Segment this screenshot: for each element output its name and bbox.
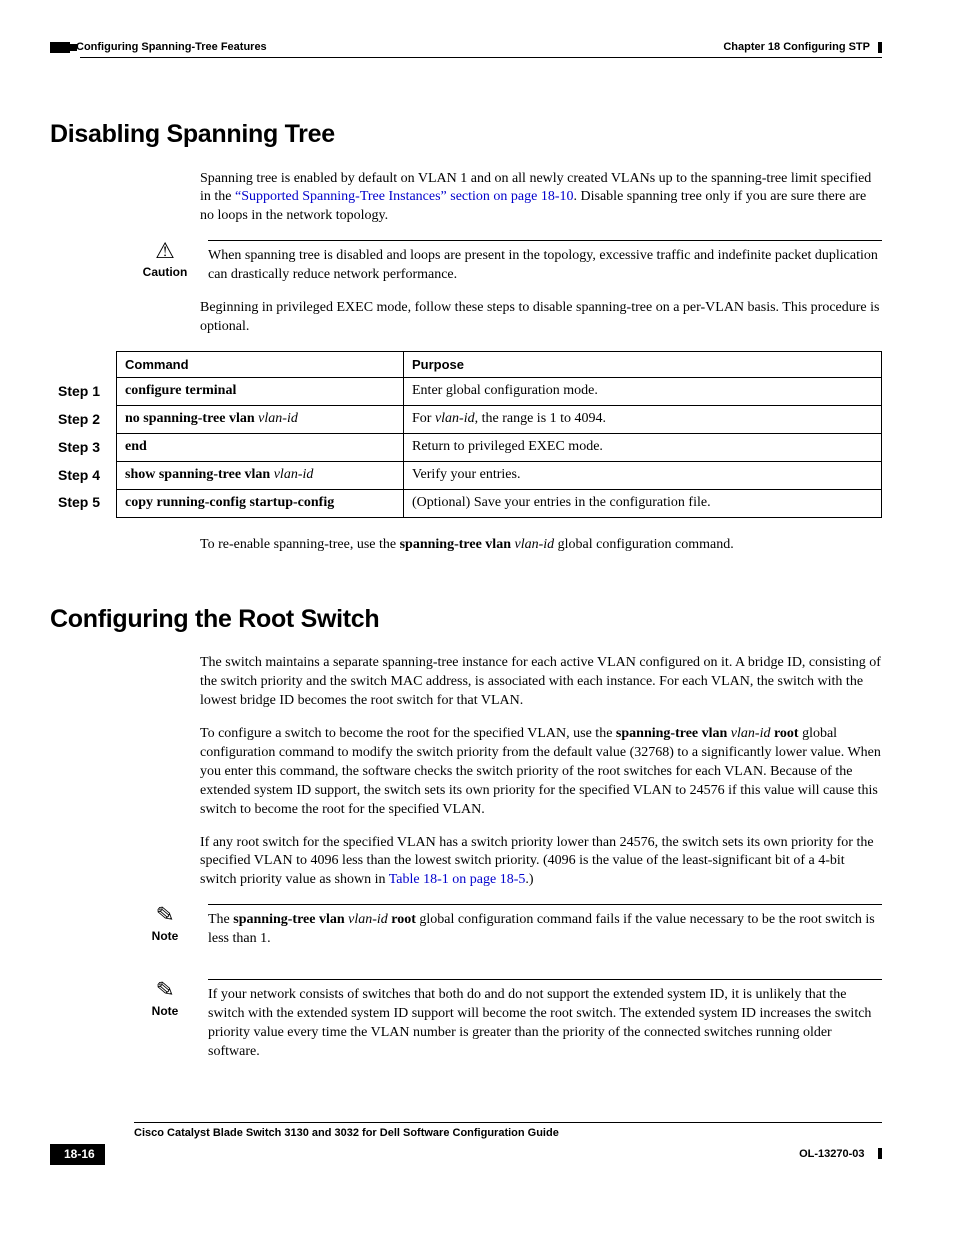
purpose-cell: Enter global configuration mode. bbox=[404, 378, 882, 406]
section-heading-root: Configuring the Root Switch bbox=[50, 603, 882, 637]
xref-supported-instances[interactable]: “Supported Spanning-Tree Instances” sect… bbox=[235, 189, 574, 204]
table-row: Step 2 no spanning-tree vlan vlan-id For… bbox=[50, 406, 882, 434]
purpose-cell: For vlan-id, the range is 1 to 4094. bbox=[404, 406, 882, 434]
page-number-badge: 18-16 bbox=[50, 1144, 105, 1164]
note-text: The spanning-tree vlan vlan-id root glob… bbox=[208, 904, 882, 949]
command-table: Command Purpose Step 1 configure termina… bbox=[50, 351, 882, 518]
note-block-2: ✎ Note If your network consists of switc… bbox=[140, 979, 882, 1062]
running-header: Configuring Spanning-Tree Features Chapt… bbox=[50, 40, 882, 55]
table-row: Step 5 copy running-config startup-confi… bbox=[50, 489, 882, 517]
purpose-cell: (Optional) Save your entries in the conf… bbox=[404, 489, 882, 517]
header-decor-right bbox=[878, 42, 882, 53]
root-p1: The switch maintains a separate spanning… bbox=[200, 654, 882, 711]
step-label: Step 5 bbox=[50, 489, 117, 517]
root-p2: To configure a switch to become the root… bbox=[200, 725, 882, 819]
root-p3: If any root switch for the specified VLA… bbox=[200, 834, 882, 891]
exec-intro-paragraph: Beginning in privileged EXEC mode, follo… bbox=[200, 299, 882, 337]
command-cell: end bbox=[117, 434, 404, 462]
header-chapter-text: Chapter 18 Configuring STP bbox=[723, 40, 870, 55]
col-step bbox=[50, 351, 117, 378]
page-footer: Cisco Catalyst Blade Switch 3130 and 303… bbox=[50, 1122, 882, 1165]
section-heading-disabling: Disabling Spanning Tree bbox=[50, 118, 882, 152]
header-section-text: Configuring Spanning-Tree Features bbox=[76, 40, 267, 55]
step-label: Step 4 bbox=[50, 462, 117, 490]
reenable-paragraph: To re-enable spanning-tree, use the span… bbox=[200, 536, 882, 555]
caution-text: When spanning tree is disabled and loops… bbox=[208, 240, 882, 285]
command-cell: copy running-config startup-config bbox=[117, 489, 404, 517]
command-cell: show spanning-tree vlan vlan-id bbox=[117, 462, 404, 490]
step-label: Step 1 bbox=[50, 378, 117, 406]
table-row: Step 1 configure terminal Enter global c… bbox=[50, 378, 882, 406]
footer-doc-title: Cisco Catalyst Blade Switch 3130 and 303… bbox=[134, 1126, 882, 1141]
caution-icon: ⚠ bbox=[155, 240, 175, 262]
caution-block: ⚠ Caution When spanning tree is disabled… bbox=[140, 240, 882, 285]
note-icon: ✎ bbox=[155, 978, 175, 1002]
note-icon: ✎ bbox=[155, 904, 175, 928]
xref-table-18-1[interactable]: Table 18-1 on page 18-5 bbox=[389, 872, 526, 887]
header-decor-left bbox=[50, 42, 70, 53]
table-row: Step 4 show spanning-tree vlan vlan-id V… bbox=[50, 462, 882, 490]
header-rule bbox=[80, 57, 882, 58]
doc-id: OL-13270-03 bbox=[799, 1148, 864, 1160]
note-label: Note bbox=[152, 928, 179, 944]
table-row: Step 3 end Return to privileged EXEC mod… bbox=[50, 434, 882, 462]
command-cell: no spanning-tree vlan vlan-id bbox=[117, 406, 404, 434]
footer-decor-right bbox=[878, 1148, 882, 1159]
step-label: Step 3 bbox=[50, 434, 117, 462]
note-block-1: ✎ Note The spanning-tree vlan vlan-id ro… bbox=[140, 904, 882, 949]
purpose-cell: Return to privileged EXEC mode. bbox=[404, 434, 882, 462]
step-label: Step 2 bbox=[50, 406, 117, 434]
caution-label: Caution bbox=[143, 264, 188, 280]
intro-paragraph: Spanning tree is enabled by default on V… bbox=[200, 170, 882, 227]
command-cell: configure terminal bbox=[117, 378, 404, 406]
col-purpose: Purpose bbox=[404, 351, 882, 378]
col-command: Command bbox=[117, 351, 404, 378]
note-label: Note bbox=[152, 1003, 179, 1019]
purpose-cell: Verify your entries. bbox=[404, 462, 882, 490]
note-text: If your network consists of switches tha… bbox=[208, 979, 882, 1062]
